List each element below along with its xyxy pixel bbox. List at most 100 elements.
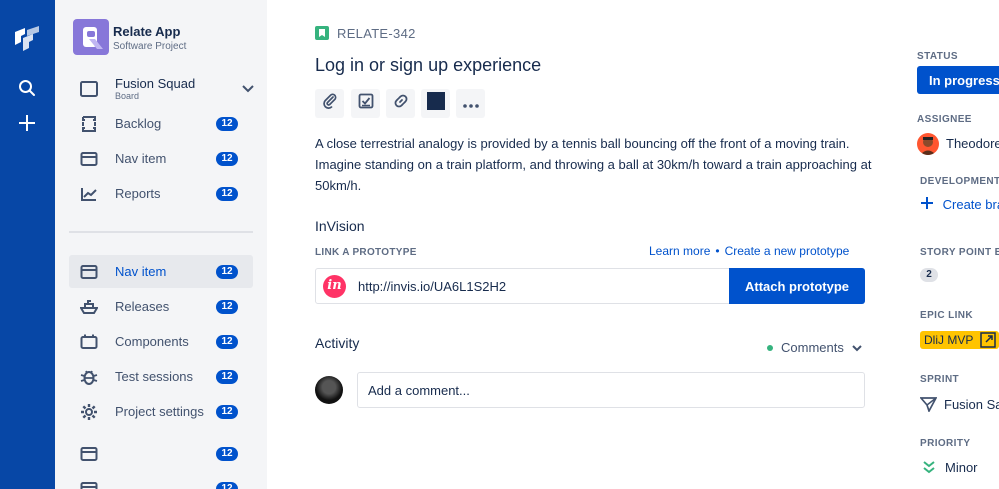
sidebar-item-project-settings[interactable]: Project settings 12	[69, 395, 253, 428]
link-prototype-label: LINK A PROTOTYPE	[315, 247, 417, 258]
sidebar-item-label: Backlog	[115, 116, 162, 131]
chart-icon	[80, 185, 98, 203]
project-name[interactable]: Relate App	[113, 24, 180, 39]
sidebar-item-reports[interactable]: Reports 12	[69, 177, 253, 210]
count-badge: 12	[216, 447, 238, 461]
attachment-icon	[322, 93, 338, 114]
activity-section-title: Activity	[315, 335, 360, 351]
square-button[interactable]	[421, 89, 450, 118]
calendar-icon	[80, 333, 98, 351]
count-badge: 12	[216, 300, 238, 314]
issue-title[interactable]: Log in or sign up experience	[315, 55, 541, 76]
board-selector[interactable]: Fusion Squad Board	[69, 72, 255, 106]
sidebar-item-releases[interactable]: Releases 12	[69, 290, 253, 323]
jira-logo-icon[interactable]	[13, 26, 41, 52]
status-button[interactable]: In progress	[917, 66, 999, 94]
more-icon	[462, 95, 479, 113]
current-user-avatar	[315, 376, 343, 404]
project-type: Software Project	[113, 41, 187, 52]
count-badge: 12	[216, 335, 238, 349]
chevron-down-icon	[851, 342, 863, 357]
count-badge: 12	[216, 187, 238, 201]
create-branch-link[interactable]: Create bra	[921, 197, 999, 212]
checklist-button[interactable]	[351, 89, 380, 118]
invision-section-title: InVision	[315, 218, 365, 234]
bug-icon	[80, 368, 98, 386]
checklist-icon	[358, 93, 374, 114]
window-icon	[80, 150, 98, 168]
sidebar-item-unlabeled[interactable]: 12	[69, 472, 253, 489]
sidebar-item-backlog[interactable]: Backlog 12	[69, 107, 253, 140]
development-label: DEVELOPMENT	[920, 176, 999, 187]
invision-logo-icon: in	[323, 275, 346, 298]
issue-description[interactable]: A close terrestrial analogy is provided …	[315, 133, 875, 196]
project-avatar[interactable]	[73, 19, 109, 55]
sidebar-item-label: Components	[115, 334, 189, 349]
story-points-badge[interactable]: 2	[920, 268, 938, 282]
link-button[interactable]	[386, 89, 415, 118]
ship-icon	[79, 298, 99, 316]
activity-filter-dropdown[interactable]: Comments	[767, 339, 867, 357]
prototype-url-input[interactable]	[358, 269, 728, 303]
sidebar-item-components[interactable]: Components 12	[69, 325, 253, 358]
link-separator: •	[715, 244, 720, 258]
create-prototype-link[interactable]: Create a new prototype	[725, 244, 850, 258]
attachment-button[interactable]	[315, 89, 344, 118]
window-icon	[80, 480, 98, 489]
window-icon	[80, 445, 98, 463]
project-sidebar: Relate App Software Project Fusion Squad…	[55, 0, 267, 489]
epic-link-lozenge[interactable]: DliJ MVP	[920, 331, 999, 349]
link-icon	[393, 93, 409, 114]
sidebar-item-label: Project settings	[115, 404, 204, 419]
sidebar-item-nav-item-active[interactable]: Nav item 12	[69, 255, 253, 288]
more-button[interactable]	[456, 89, 485, 118]
sidebar-divider	[69, 231, 253, 233]
issue-key[interactable]: RELATE-342	[337, 26, 416, 41]
sidebar-item-nav-item[interactable]: Nav item 12	[69, 142, 253, 175]
epic-name: DliJ MVP	[924, 333, 974, 347]
learn-more-link[interactable]: Learn more	[649, 244, 710, 258]
sidebar-item-label: Releases	[115, 299, 170, 314]
count-badge: 12	[216, 265, 238, 279]
count-badge: 12	[216, 117, 238, 131]
sidebar-item-label: Nav item	[115, 151, 167, 166]
create-plus-icon[interactable]	[16, 112, 38, 134]
priority-value[interactable]: Minor	[945, 460, 978, 475]
external-link-icon	[980, 332, 996, 353]
priority-minor-icon	[923, 461, 935, 479]
sidebar-item-label: Nav item	[115, 264, 167, 279]
create-branch-label: Create bra	[942, 197, 999, 212]
sidebar-item-label: Reports	[115, 186, 161, 201]
count-badge: 12	[216, 152, 238, 166]
status-dot-icon	[767, 345, 773, 351]
priority-label: PRIORITY	[920, 438, 971, 449]
story-points-label: STORY POINT ES	[920, 247, 999, 258]
attach-prototype-button[interactable]: Attach prototype	[729, 268, 865, 304]
global-nav	[0, 0, 55, 489]
board-name: Fusion Squad	[115, 76, 196, 91]
sprint-label: SPRINT	[920, 374, 960, 385]
sidebar-item-unlabeled[interactable]: 12	[69, 437, 253, 470]
plus-icon	[921, 197, 937, 212]
sprint-value[interactable]: Fusion Sa	[944, 397, 999, 412]
assignee-name[interactable]: Theodore	[946, 136, 999, 151]
sidebar-item-test-sessions[interactable]: Test sessions 12	[69, 360, 253, 393]
sidebar-item-label: Test sessions	[115, 369, 194, 384]
count-badge: 12	[216, 370, 238, 384]
count-badge: 12	[216, 482, 238, 489]
window-icon	[80, 263, 98, 281]
comment-input[interactable]	[357, 372, 865, 408]
backlog-icon	[80, 115, 98, 133]
board-subtitle: Board	[115, 91, 140, 101]
board-icon	[80, 81, 98, 102]
story-type-icon	[315, 26, 329, 40]
square-icon	[426, 92, 445, 115]
search-icon[interactable]	[16, 77, 38, 99]
assignee-avatar[interactable]	[917, 133, 939, 155]
sprint-icon	[919, 397, 938, 417]
gear-icon	[80, 403, 98, 421]
status-label: STATUS	[917, 51, 958, 62]
chevron-down-icon	[241, 81, 255, 100]
prototype-links: Learn more • Create a new prototype	[649, 244, 849, 258]
epic-link-label: EPIC LINK	[920, 310, 974, 321]
